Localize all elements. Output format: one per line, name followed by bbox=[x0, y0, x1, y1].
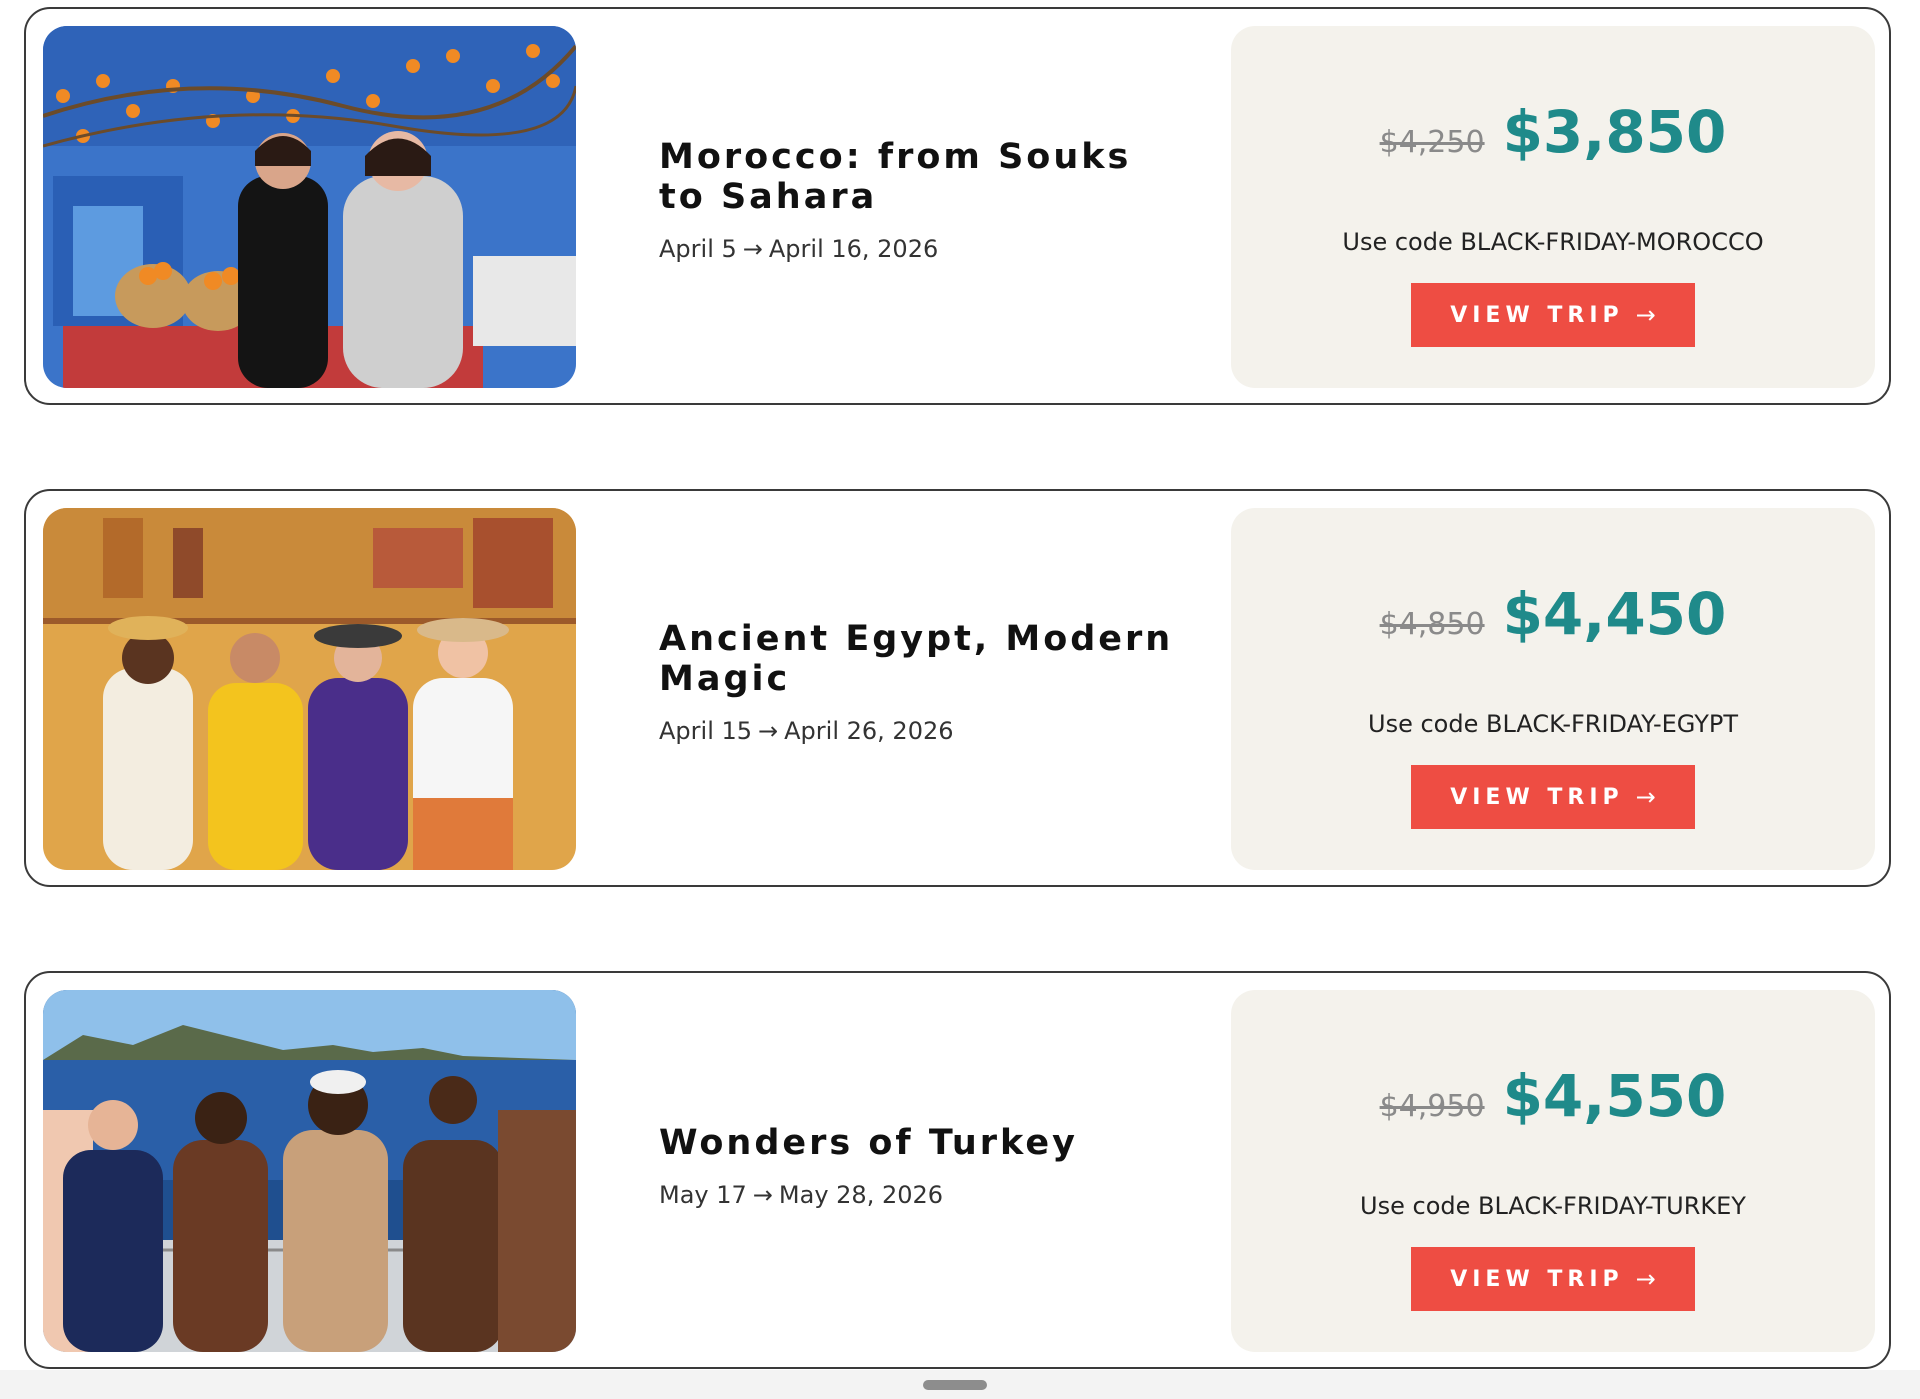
original-price: $4,250 bbox=[1379, 125, 1485, 160]
trip-info-morocco: Morocco: from Souks to Sahara April 5 → Ap… bbox=[659, 137, 1179, 263]
arrow-right-icon: → bbox=[1635, 783, 1656, 811]
price-panel-turkey: $4,950 $4,550 Use code BLACK-FRIDAY-TURKE… bbox=[1231, 990, 1875, 1352]
promo-code-text: Use code BLACK-FRIDAY-TURKEY bbox=[1360, 1192, 1746, 1220]
arrow-right-icon: → bbox=[1635, 1265, 1656, 1293]
arrow-right-icon: → bbox=[1635, 301, 1656, 329]
view-trip-button[interactable]: VIEW TRIP → bbox=[1411, 765, 1695, 829]
view-trip-label: VIEW TRIP bbox=[1450, 784, 1624, 810]
price-row: $4,850 $4,450 bbox=[1231, 580, 1875, 648]
price-panel-egypt: $4,850 $4,450 Use code BLACK-FRIDAY-EGYPT… bbox=[1231, 508, 1875, 870]
promo-code-text: Use code BLACK-FRIDAY-EGYPT bbox=[1368, 710, 1738, 738]
view-trip-button[interactable]: VIEW TRIP → bbox=[1411, 1247, 1695, 1311]
trip-title[interactable]: Morocco: from Souks to Sahara bbox=[659, 137, 1179, 217]
view-trip-label: VIEW TRIP bbox=[1450, 1266, 1624, 1292]
arrow-right-icon: → bbox=[742, 235, 763, 263]
sale-price: $3,850 bbox=[1502, 98, 1727, 166]
trip-dates: April 5 → April 16, 2026 bbox=[659, 235, 1179, 263]
original-price: $4,950 bbox=[1379, 1089, 1485, 1124]
trip-card-turkey: Wonders of Turkey May 17 → May 28, 2026 $4… bbox=[24, 971, 1891, 1369]
price-row: $4,250 $3,850 bbox=[1231, 98, 1875, 166]
trip-end-date: April 16, 2026 bbox=[768, 235, 939, 263]
trip-info-egypt: Ancient Egypt, Modern Magic April 15 → Apr… bbox=[659, 619, 1179, 745]
trip-card-egypt: Ancient Egypt, Modern Magic April 15 → Apr… bbox=[24, 489, 1891, 887]
scroll-handle[interactable] bbox=[923, 1380, 987, 1390]
trip-start-date: May 17 bbox=[659, 1181, 747, 1209]
view-trip-button[interactable]: VIEW TRIP → bbox=[1411, 283, 1695, 347]
turkey-photo-image bbox=[43, 990, 576, 1352]
sale-price: $4,550 bbox=[1502, 1062, 1727, 1130]
trip-info-turkey: Wonders of Turkey May 17 → May 28, 2026 bbox=[659, 1123, 1179, 1209]
trip-photo-turkey[interactable] bbox=[43, 990, 576, 1352]
trip-end-date: May 28, 2026 bbox=[778, 1181, 944, 1209]
price-panel-morocco: $4,250 $3,850 Use code BLACK-FRIDAY-MOROC… bbox=[1231, 26, 1875, 388]
trip-end-date: April 26, 2026 bbox=[784, 717, 954, 745]
price-row: $4,950 $4,550 bbox=[1231, 1062, 1875, 1130]
trip-dates: May 17 → May 28, 2026 bbox=[659, 1181, 1179, 1209]
sale-price: $4,450 bbox=[1502, 580, 1727, 648]
trip-card-morocco: Morocco: from Souks to Sahara April 5 → Ap… bbox=[24, 7, 1891, 405]
view-trip-label: VIEW TRIP bbox=[1450, 302, 1624, 328]
trip-title[interactable]: Ancient Egypt, Modern Magic bbox=[659, 619, 1179, 699]
arrow-right-icon: → bbox=[752, 1181, 773, 1209]
trip-dates: April 15 → April 26, 2026 bbox=[659, 717, 1179, 745]
arrow-right-icon: → bbox=[758, 717, 779, 745]
morocco-photo-image bbox=[43, 26, 576, 388]
promo-code-text: Use code BLACK-FRIDAY-MOROCCO bbox=[1342, 228, 1764, 256]
trip-start-date: April 15 bbox=[659, 717, 753, 745]
trip-title[interactable]: Wonders of Turkey bbox=[659, 1123, 1179, 1163]
trip-deals-page: Morocco: from Souks to Sahara April 5 → Ap… bbox=[0, 0, 1920, 1399]
trip-photo-egypt[interactable] bbox=[43, 508, 576, 870]
trip-photo-morocco[interactable] bbox=[43, 26, 576, 388]
original-price: $4,850 bbox=[1379, 607, 1485, 642]
trip-start-date: April 5 bbox=[659, 235, 737, 263]
egypt-photo-image bbox=[43, 508, 576, 870]
